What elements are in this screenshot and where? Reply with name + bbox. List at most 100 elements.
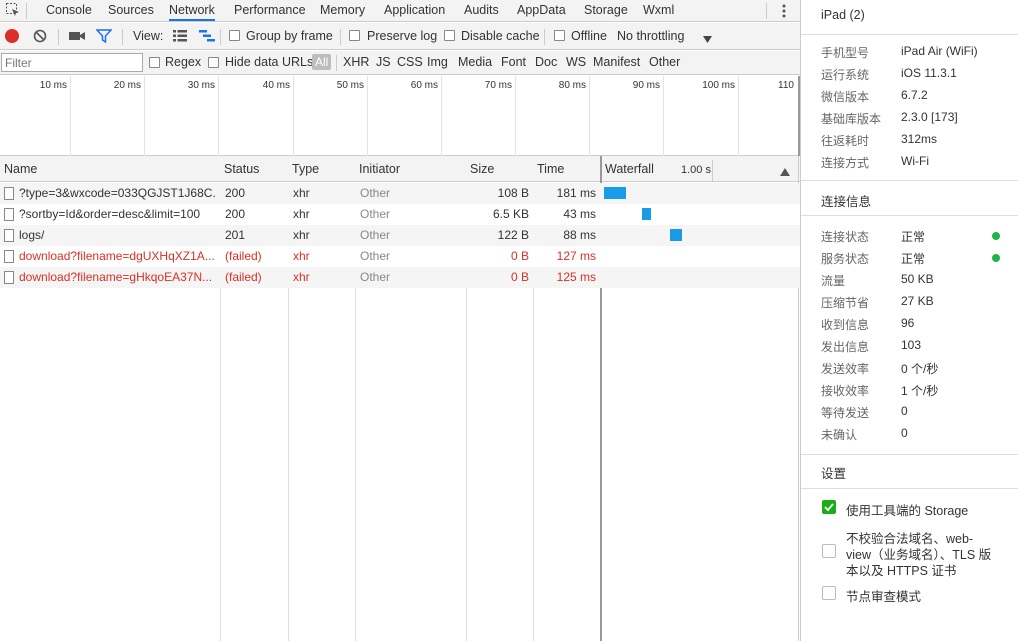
type-filter-js[interactable]: JS (376, 55, 391, 69)
tab-performance[interactable]: Performance (234, 0, 306, 21)
offline-label: Offline (571, 29, 607, 43)
table-row[interactable]: ?sortby=Id&order=desc&limit=100 200 xhr Oth… (0, 204, 800, 225)
device-info-value: 6.7.2 (901, 88, 928, 102)
sort-arrow-icon[interactable] (780, 165, 790, 176)
type-filter-media[interactable]: Media (458, 55, 492, 69)
connection-info-label: 等待发送 (821, 406, 870, 420)
row-name: ?type=3&wxcode=033QGJST1J68C... (19, 186, 216, 200)
table-row[interactable]: download?filename=dgUXHqXZ1A... (failed) x… (0, 246, 800, 267)
row-status: 201 (225, 228, 246, 242)
row-initiator: Other (360, 249, 391, 263)
type-filter-all[interactable]: All (312, 54, 332, 70)
row-type: xhr (293, 249, 310, 263)
node-inspect-mode-checkbox[interactable] (822, 586, 836, 600)
row-size: 122 B (497, 228, 529, 242)
tab-application[interactable]: Application (384, 0, 445, 21)
tab-audits[interactable]: Audits (464, 0, 499, 21)
inspect-element-icon[interactable] (5, 2, 21, 18)
regex-label: Regex (165, 55, 202, 69)
regex-checkbox[interactable] (149, 57, 160, 68)
type-filter-font[interactable]: Font (501, 55, 526, 69)
waterfall-bar[interactable] (642, 208, 651, 220)
throttling-select[interactable]: No throttling (617, 29, 684, 43)
disable-cache-label: Disable cache (461, 29, 540, 43)
devtools-tabbar: Console Sources Network Performance Memo… (0, 0, 800, 22)
connection-info-label: 发出信息 (821, 340, 870, 354)
skip-domain-check-checkbox[interactable] (822, 544, 836, 558)
view-label: View: (133, 29, 164, 43)
hide-data-urls-checkbox[interactable] (208, 57, 219, 68)
row-status: 200 (225, 186, 246, 200)
table-row[interactable]: ?type=3&wxcode=033QGJST1J68C... 200 xhr Oth… (0, 183, 800, 204)
table-row[interactable]: download?filename=gHkqoEA37N... (failed) x… (0, 267, 800, 288)
connection-info-label: 发送效率 (821, 362, 870, 376)
tab-storage[interactable]: Storage (584, 0, 628, 21)
file-icon (4, 229, 14, 242)
connection-info-value: 96 (901, 316, 915, 330)
connection-info-value: 0 (901, 404, 908, 418)
record-icon[interactable] (5, 29, 19, 43)
connection-info-label: 服务状态 (821, 252, 870, 266)
device-info-label: 运行系统 (821, 68, 870, 82)
tab-console[interactable]: Console (46, 0, 92, 21)
timeline-overview[interactable]: 10 ms 20 ms 30 ms 40 ms 50 ms 60 ms 70 m… (0, 76, 800, 156)
connection-info-title: 连接信息 (821, 195, 872, 209)
tab-wxml[interactable]: Wxml (643, 0, 674, 21)
connection-info-label: 连接状态 (821, 230, 870, 244)
status-ok-dot-icon (992, 254, 1000, 262)
row-time: 88 ms (563, 228, 596, 242)
tab-network[interactable]: Network (169, 0, 215, 21)
offline-checkbox[interactable] (554, 30, 565, 41)
screenshot-camera-icon[interactable] (69, 30, 85, 42)
type-filter-manifest[interactable]: Manifest (593, 55, 640, 69)
connection-info-value: 0 (901, 426, 908, 440)
type-filter-img[interactable]: Img (427, 55, 448, 69)
col-type[interactable]: Type (288, 156, 355, 182)
disable-cache-checkbox[interactable] (444, 30, 455, 41)
large-rows-icon[interactable] (173, 30, 187, 42)
tab-appdata[interactable]: AppData (517, 0, 566, 21)
tick-label: 110 (778, 80, 794, 91)
waterfall-view-icon[interactable] (199, 30, 215, 42)
device-info-value: 2.3.0 [173] (901, 110, 958, 124)
type-filter-ws[interactable]: WS (566, 55, 586, 69)
row-name: ?sortby=Id&order=desc&limit=100 (19, 207, 201, 221)
filter-icon[interactable] (95, 29, 113, 44)
device-info-panel: iPad (2) 手机型号 iPad Air (WiFi) 运行系统 iOS 11.3… (800, 0, 1018, 641)
group-by-frame-checkbox[interactable] (229, 30, 240, 41)
preserve-log-checkbox[interactable] (349, 30, 360, 41)
table-row[interactable]: logs/201 xhr Other 122 B 88 ms (0, 225, 800, 246)
connection-info-label: 收到信息 (821, 318, 870, 332)
type-filter-css[interactable]: CSS (397, 55, 423, 69)
row-name: download?filename=dgUXHqXZ1A... (19, 249, 215, 263)
filter-bar: Regex Hide data URLs All XHR JS CSS Img … (0, 51, 800, 75)
col-status[interactable]: Status (220, 156, 288, 182)
col-size[interactable]: Size (466, 156, 533, 182)
tab-memory[interactable]: Memory (320, 0, 365, 21)
group-by-frame-label: Group by frame (246, 29, 333, 43)
clear-icon[interactable] (33, 29, 47, 43)
waterfall-bar[interactable] (604, 187, 626, 199)
col-time[interactable]: Time (533, 156, 600, 182)
tab-sources[interactable]: Sources (108, 0, 154, 21)
row-type: xhr (293, 228, 310, 242)
col-name[interactable]: Name (0, 156, 220, 182)
col-initiator[interactable]: Initiator (355, 156, 466, 182)
use-storage-checkbox[interactable] (822, 500, 836, 514)
waterfall-bar[interactable] (670, 229, 682, 241)
type-filter-other[interactable]: Other (649, 55, 680, 69)
connection-info-value: 正常 (901, 252, 926, 266)
more-menu-icon[interactable] (778, 2, 790, 20)
type-filter-xhr[interactable]: XHR (343, 55, 369, 69)
device-info-value: iPad Air (WiFi) (901, 44, 978, 58)
preserve-log-label: Preserve log (367, 29, 438, 43)
row-initiator: Other (360, 207, 391, 221)
type-filter-doc[interactable]: Doc (535, 55, 557, 69)
filter-input[interactable] (1, 53, 143, 72)
col-waterfall[interactable]: Waterfall (601, 156, 681, 182)
use-storage-label: 使用工具端的 Storage (846, 504, 969, 518)
connection-info-label: 未确认 (821, 428, 858, 442)
chevron-down-icon[interactable] (703, 32, 712, 43)
row-status: (failed) (225, 249, 262, 263)
row-time: 181 ms (556, 186, 596, 200)
